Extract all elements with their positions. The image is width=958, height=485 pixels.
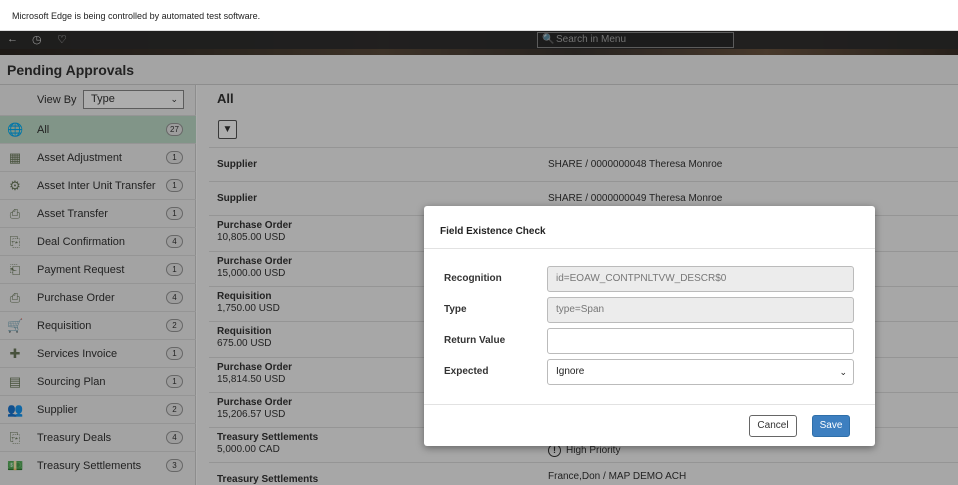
return-value-field[interactable] xyxy=(547,328,854,354)
type-label: Type xyxy=(444,304,467,315)
expected-label: Expected xyxy=(444,366,489,377)
expected-select[interactable]: Ignore ⌄ xyxy=(547,359,854,385)
dialog-title: Field Existence Check xyxy=(440,226,546,237)
chevron-down-icon: ⌄ xyxy=(839,367,847,377)
recognition-label: Recognition xyxy=(444,273,502,284)
infobar-text: Microsoft Edge is being controlled by au… xyxy=(12,11,261,21)
field-existence-check-dialog: Field Existence Check Recognition id=EOA… xyxy=(424,206,875,446)
save-button[interactable]: Save xyxy=(812,415,850,437)
recognition-field[interactable]: id=EOAW_CONTPNLTVW_DESCR$0 xyxy=(547,266,854,292)
automation-infobar: Microsoft Edge is being controlled by au… xyxy=(0,0,958,31)
cancel-button[interactable]: Cancel xyxy=(749,415,797,437)
return-value-label: Return Value xyxy=(444,335,506,346)
type-field[interactable]: type=Span xyxy=(547,297,854,323)
